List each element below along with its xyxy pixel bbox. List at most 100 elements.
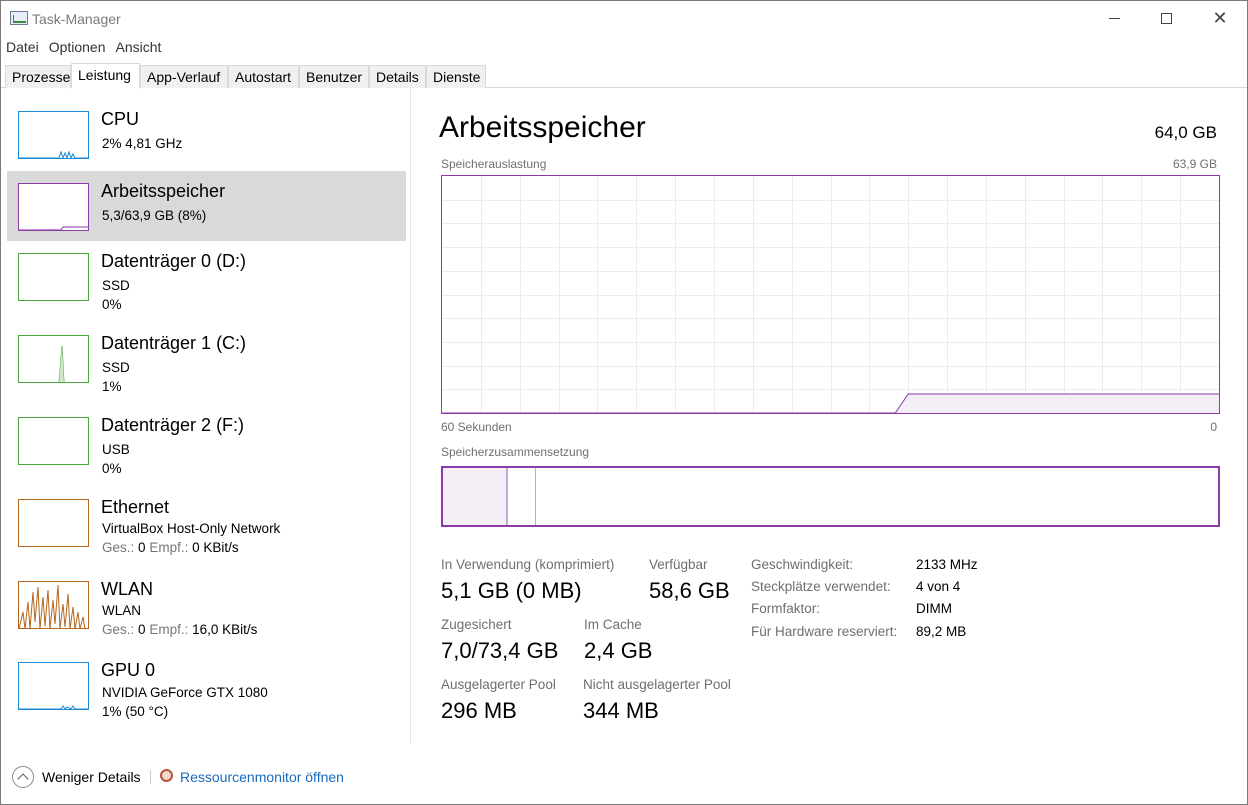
device-disk-1[interactable]: Datenträger 1 (C:) SSD 1%: [7, 323, 406, 394]
device-gpu-0[interactable]: GPU 0 NVIDIA GeForce GTX 1080 1% (50 °C): [7, 650, 406, 720]
device-throughput: Ges.: 0 Empf.: 16,0 KBit/s: [102, 622, 257, 637]
fewer-details-chevron-icon[interactable]: [12, 766, 34, 788]
receive-label: Empf.:: [149, 622, 189, 637]
menu-bar: Datei Optionen Ansicht: [1, 37, 166, 59]
receive-value: 16,0 KBit/s: [192, 622, 258, 637]
device-name: GPU 0: [101, 660, 156, 680]
paged-pool-value: 296 MB: [441, 698, 517, 723]
ethernet-thumbnail-graph: [18, 499, 89, 547]
memory-usage-graph-canvas: [442, 176, 1219, 413]
available-value: 58,6 GB: [649, 578, 730, 603]
device-disk-2[interactable]: Datenträger 2 (F:) USB 0%: [7, 405, 406, 476]
device-type: USB: [102, 442, 130, 457]
device-name: Ethernet: [101, 497, 170, 517]
send-value: 0: [138, 622, 146, 637]
in-use-label: In Verwendung (komprimiert): [441, 557, 615, 572]
memory-thumbnail-graph: [18, 183, 89, 231]
usage-graph-label: Speicherauslastung: [441, 157, 547, 171]
cached-value: 2,4 GB: [584, 638, 653, 663]
cpu-thumbnail-graph: [18, 111, 89, 159]
close-icon: ✕: [1212, 7, 1228, 28]
fewer-details-link[interactable]: Weniger Details: [42, 769, 141, 785]
disk-0-thumbnail-graph: [18, 253, 89, 301]
tab-bar: Prozesse Leistung App-Verlauf Autostart …: [1, 63, 1247, 89]
minimize-icon: [1108, 17, 1120, 19]
device-usage: 0%: [102, 297, 122, 312]
device-name: Datenträger 2 (F:): [101, 415, 245, 435]
tab-autostart[interactable]: Autostart: [228, 65, 299, 88]
paged-pool-label: Ausgelagerter Pool: [441, 677, 556, 692]
receive-value: 0 KBit/s: [192, 540, 239, 555]
tab-leistung[interactable]: Leistung: [71, 63, 140, 89]
usage-graph-max: 63,9 GB: [1172, 157, 1217, 171]
title-bar: Task-Manager ✕: [1, 1, 1247, 37]
disk-1-thumbnail-graph: [18, 335, 89, 383]
tab-prozesse[interactable]: Prozesse: [5, 65, 71, 88]
form-factor-value: DIMM: [916, 601, 952, 616]
tab-app-verlauf[interactable]: App-Verlauf: [140, 65, 228, 88]
device-list[interactable]: CPU 2% 4,81 GHz Arbeitsspeicher 5,3/63,9…: [1, 89, 411, 744]
device-usage: 1% (50 °C): [102, 704, 169, 719]
composition-label: Speicherzusammensetzung: [441, 445, 590, 459]
gpu-thumbnail-graph: [18, 662, 89, 710]
available-label: Verfügbar: [649, 557, 708, 572]
close-button[interactable]: ✕: [1193, 1, 1247, 35]
send-label: Ges.:: [102, 540, 135, 555]
hardware-reserved-value: 89,2 MB: [916, 624, 967, 639]
device-adapter: VirtualBox Host-Only Network: [102, 521, 281, 536]
device-type: SSD: [102, 360, 130, 375]
maximize-icon: [1160, 12, 1172, 24]
composition-modified: [506, 468, 508, 525]
tab-benutzer[interactable]: Benutzer: [299, 65, 369, 88]
task-manager-window: Task-Manager ✕ Datei Optionen Ansicht Pr…: [0, 0, 1248, 805]
send-value: 0: [138, 540, 146, 555]
slots-label: Steckplätze verwendet:: [751, 579, 891, 594]
form-factor-label: Formfaktor:: [751, 601, 821, 616]
nonpaged-pool-label: Nicht ausgelagerter Pool: [583, 677, 731, 692]
resource-monitor-link[interactable]: Ressourcenmonitor öffnen: [180, 769, 344, 785]
minimize-button[interactable]: [1087, 1, 1141, 35]
device-name: WLAN: [101, 579, 154, 599]
device-detail: 5,3/63,9 GB (8%): [102, 208, 207, 223]
device-name: Datenträger 0 (D:): [101, 251, 247, 271]
device-usage: 1%: [102, 379, 122, 394]
tab-details[interactable]: Details: [369, 65, 426, 88]
device-wlan[interactable]: WLAN WLAN Ges.: 0 Empf.: 16,0 KBit/s: [7, 569, 406, 639]
memory-composition-bar: [441, 466, 1220, 527]
menu-ansicht[interactable]: Ansicht: [111, 37, 167, 59]
device-adapter: WLAN: [102, 603, 142, 618]
device-name: Arbeitsspeicher: [101, 181, 226, 201]
speed-label: Geschwindigkeit:: [751, 557, 854, 572]
page-title: Arbeitsspeicher: [439, 111, 646, 144]
time-axis-right-label: 0: [1210, 420, 1217, 434]
footer-divider: [150, 770, 151, 784]
memory-total: 64,0 GB: [1154, 123, 1217, 142]
memory-usage-graph: [441, 175, 1220, 414]
tab-dienste[interactable]: Dienste: [426, 65, 486, 88]
in-use-value: 5,1 GB (0 MB): [441, 578, 582, 603]
composition-standby-divider: [535, 468, 536, 525]
receive-label: Empf.:: [149, 540, 189, 555]
task-manager-icon: [10, 11, 28, 25]
resource-monitor-icon: [160, 769, 173, 782]
disk-2-thumbnail-graph: [18, 417, 89, 465]
device-detail: 2% 4,81 GHz: [102, 136, 183, 151]
cached-label: Im Cache: [584, 617, 642, 632]
device-throughput: Ges.: 0 Empf.: 0 KBit/s: [102, 540, 239, 555]
nonpaged-pool-value: 344 MB: [583, 698, 659, 723]
device-cpu[interactable]: CPU 2% 4,81 GHz: [7, 99, 406, 169]
device-type: SSD: [102, 278, 130, 293]
wlan-thumbnail-graph: [18, 581, 89, 629]
footer: Weniger Details Ressourcenmonitor öffnen: [1, 761, 1247, 795]
menu-optionen[interactable]: Optionen: [44, 37, 111, 59]
device-ethernet[interactable]: Ethernet VirtualBox Host-Only Network Ge…: [7, 487, 406, 557]
send-label: Ges.:: [102, 622, 135, 637]
hardware-reserved-label: Für Hardware reserviert:: [751, 624, 898, 639]
maximize-button[interactable]: [1139, 1, 1193, 35]
device-memory[interactable]: Arbeitsspeicher 5,3/63,9 GB (8%): [7, 171, 406, 241]
device-disk-0[interactable]: Datenträger 0 (D:) SSD 0%: [7, 241, 406, 312]
menu-datei[interactable]: Datei: [1, 37, 44, 59]
slots-value: 4 von 4: [916, 579, 961, 594]
window-title: Task-Manager: [32, 11, 121, 27]
composition-in-use: [443, 468, 506, 525]
